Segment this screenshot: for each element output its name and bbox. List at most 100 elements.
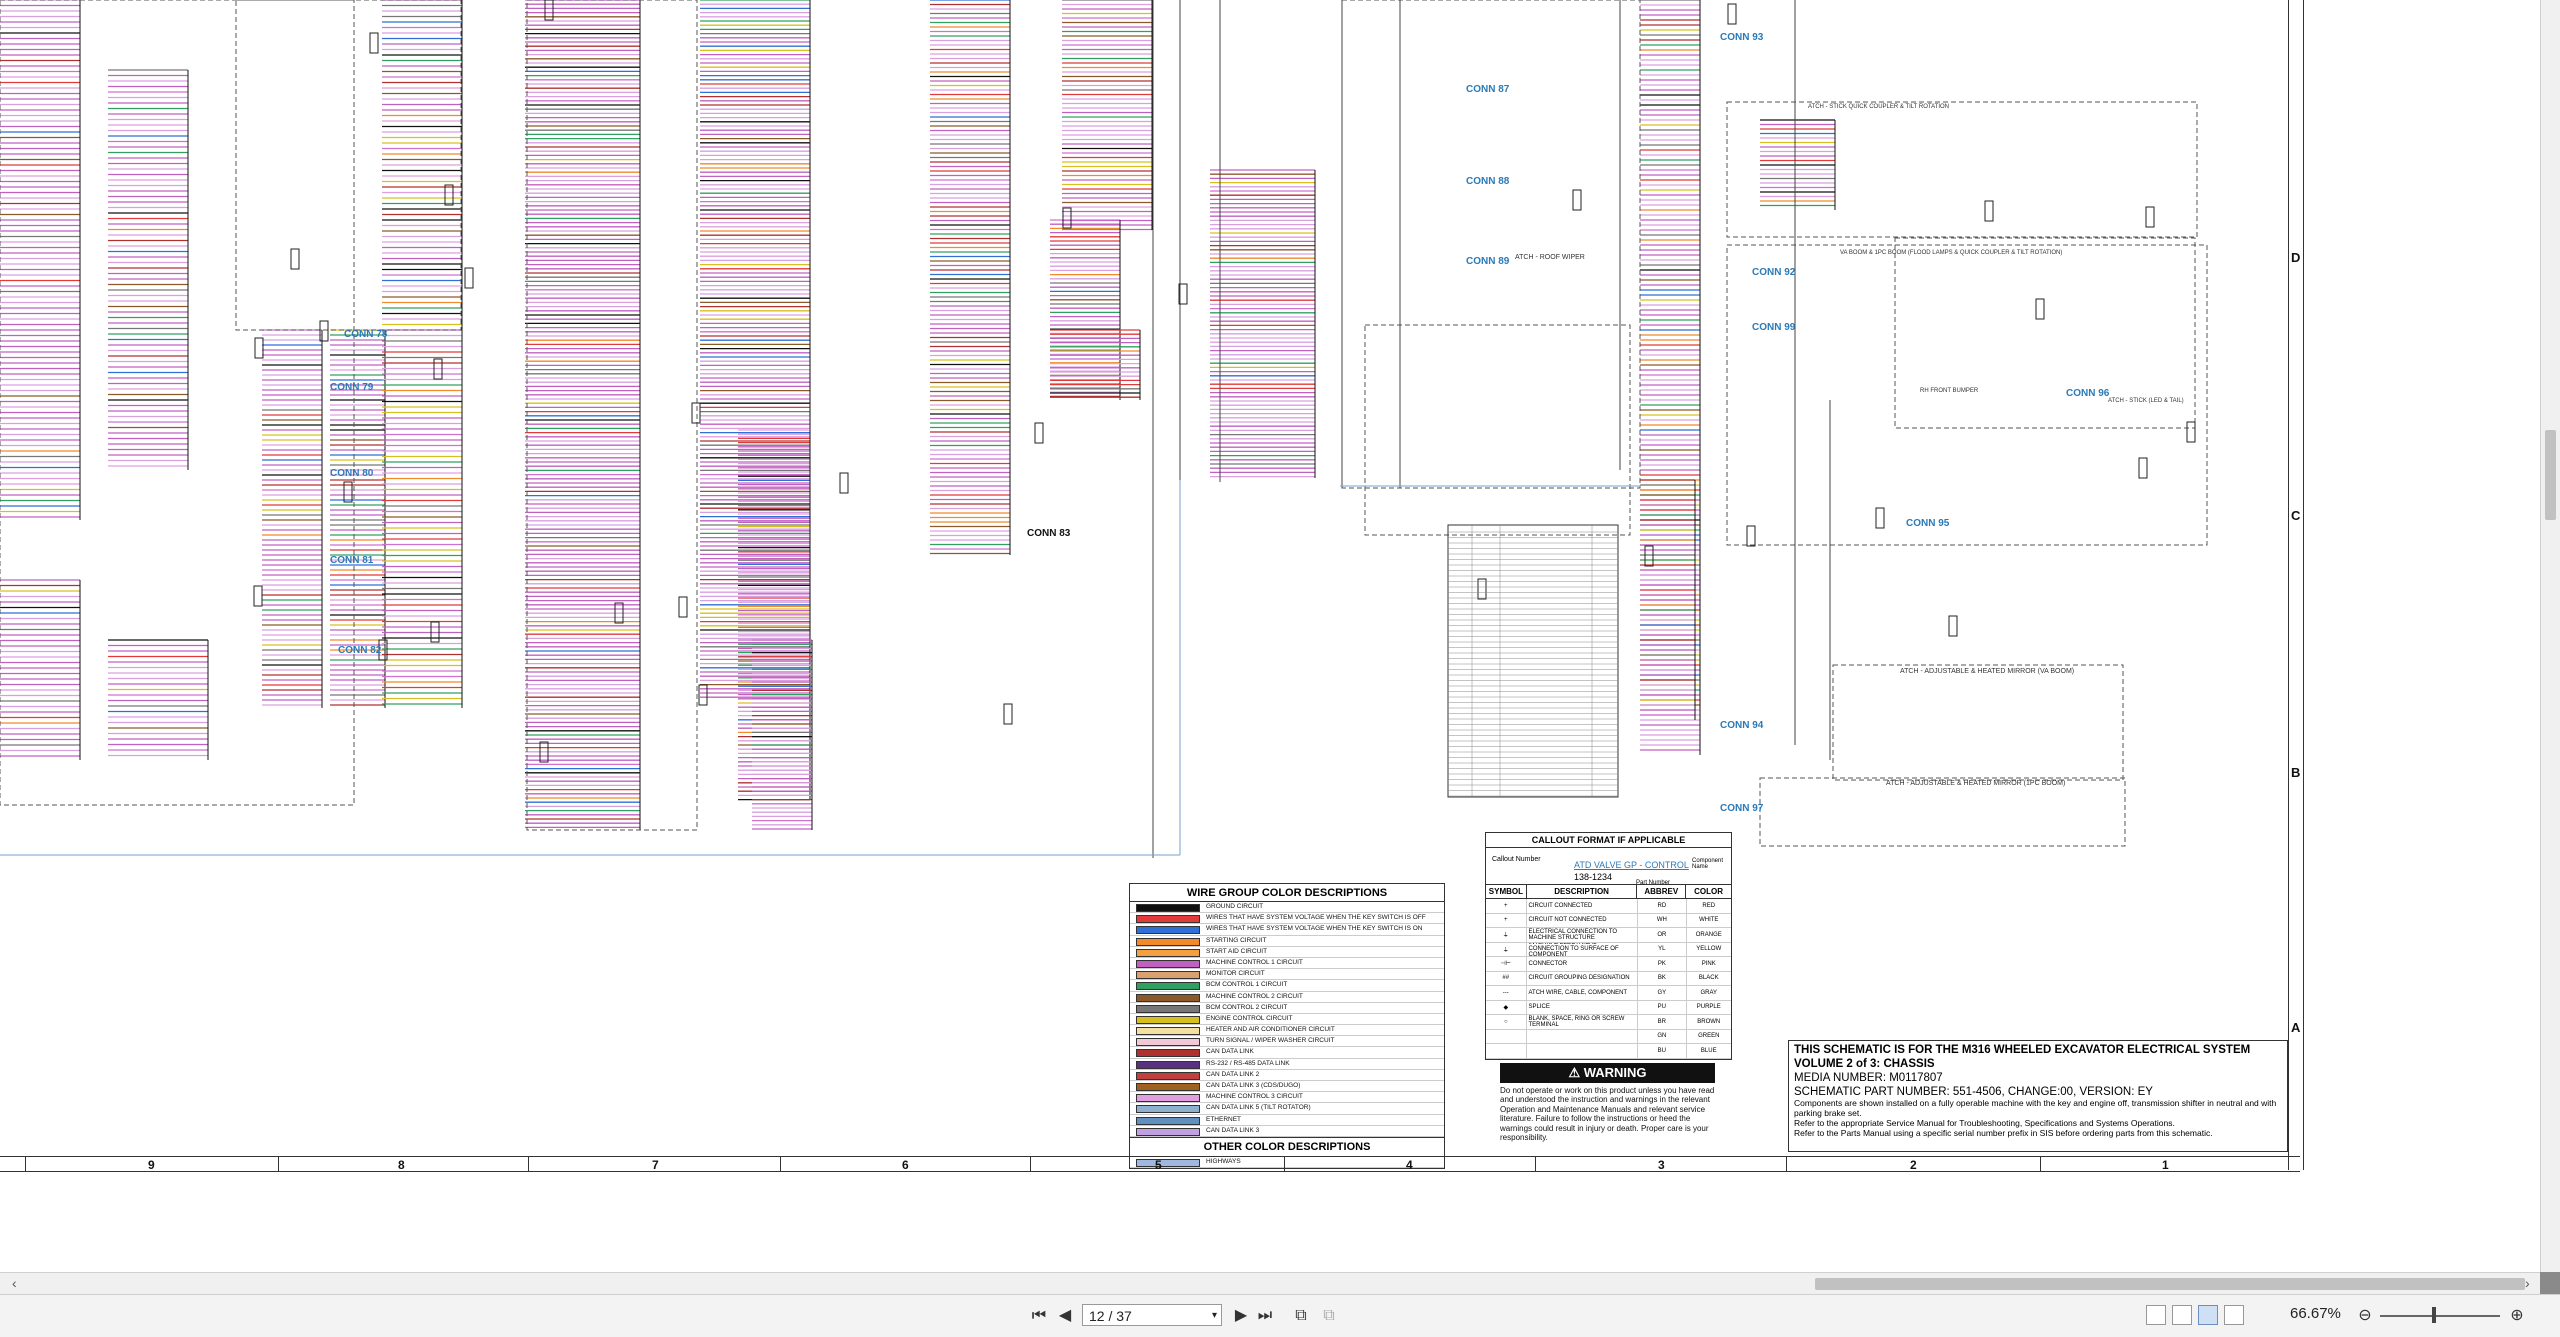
first-page-icon[interactable]: ⏮: [1030, 1305, 1048, 1327]
zoom-slider[interactable]: [2380, 1315, 2500, 1317]
legend-label: MACHINE CONTROL 2 CIRCUIT: [1206, 992, 1303, 1000]
symbol-cell-abbr: PU: [1638, 1000, 1687, 1014]
column-number: 7: [652, 1158, 659, 1172]
scroll-right-icon[interactable]: ›: [2525, 1275, 2530, 1291]
legend-label: MACHINE CONTROL 3 CIRCUIT: [1206, 1093, 1303, 1101]
connector-label[interactable]: CONN 99: [1752, 322, 1795, 333]
legend-label: ETHERNET: [1206, 1115, 1242, 1123]
schematic-frame: [369, 32, 379, 54]
fit-width-icon[interactable]: ⧉: [1318, 1305, 1340, 1327]
schematic-frame: [2145, 206, 2155, 228]
symbol-row: --- ATCH WIRE, CABLE, COMPONENT GY GRAY: [1486, 986, 1731, 1001]
symbol-cell-sym: ⏚: [1486, 928, 1527, 942]
connector-label[interactable]: CONN 87: [1466, 84, 1509, 95]
symbol-row: ⏚ INTERNAL ELECTRICAL CONNECTION TO SURFA…: [1486, 942, 1731, 957]
symbol-rows: + CIRCUIT CONNECTED RD RED + CIRCUIT NOT CONN…: [1486, 899, 1731, 1059]
connector-label[interactable]: CONN 82: [338, 645, 381, 656]
callout-example-link[interactable]: ATD VALVE GP - CONTROL: [1574, 860, 1689, 870]
warning-box: ⚠ WARNING Do not operate or work on this…: [1500, 1063, 1715, 1142]
color-swatch: [1136, 993, 1200, 1002]
schematic-frame: [1364, 324, 1631, 536]
schematic-frame: [1727, 3, 1737, 25]
symbol-cell-desc: INTERNAL ELECTRICAL CONNECTION TO SURFAC…: [1527, 942, 1639, 956]
symbol-cell-desc: CIRCUIT GROUPING DESIGNATION: [1527, 971, 1639, 985]
legend-row: ETHERNET: [1130, 1115, 1444, 1126]
connector-label[interactable]: CONN 80: [330, 468, 373, 479]
color-swatch: [1136, 926, 1200, 935]
warning-icon: ⚠: [1568, 1065, 1584, 1080]
two-page-continuous-icon[interactable]: [2224, 1305, 2244, 1325]
symbol-cell-sym: ---: [1486, 986, 1527, 1000]
color-swatch: [1136, 1049, 1200, 1058]
connector-label[interactable]: CONN 83: [1027, 528, 1070, 539]
schematic-frame: [678, 596, 688, 618]
horizontal-scrollbar[interactable]: ‹ ›: [0, 1272, 2540, 1295]
schematic-frame: [1746, 525, 1756, 547]
note-1: Components are shown installed on a full…: [1794, 1098, 2277, 1118]
row-letter: B: [2291, 765, 2301, 780]
symbol-cell-abbr: PK: [1638, 957, 1687, 971]
callout-example-pn: 138-1234: [1574, 872, 1613, 882]
symbol-cell-color: GRAY: [1700, 989, 1718, 996]
legend-label: CAN DATA LINK 5 (TILT ROTATOR): [1206, 1104, 1311, 1112]
color-swatch: [1136, 1071, 1200, 1080]
callout-title: CALLOUT FORMAT IF APPLICABLE: [1486, 833, 1731, 848]
legend-row: BCM CONTROL 1 CIRCUIT: [1130, 980, 1444, 992]
zoom-level: 66.67%: [2290, 1305, 2341, 1322]
chevron-down-icon[interactable]: ▾: [1212, 1305, 1217, 1327]
callout-format-box: CALLOUT FORMAT IF APPLICABLE Callout Num…: [1485, 832, 1732, 891]
zoom-in-icon[interactable]: ⊕: [2508, 1305, 2526, 1327]
column-number: 6: [902, 1158, 909, 1172]
next-page-icon[interactable]: ▶: [1232, 1305, 1250, 1327]
schematic-frame: [1003, 703, 1013, 725]
vertical-scroll-thumb[interactable]: [2545, 430, 2556, 520]
viewer-toolbar: ⏮ ◀ 12 / 37 ▾ ▶ ⏭ ⧉ ⧉ 66.67% ⊖ ⊕: [0, 1294, 2560, 1337]
connector-label[interactable]: CONN 88: [1466, 176, 1509, 187]
legend-label: CAN DATA LINK 3 (CDS/DUGO): [1206, 1082, 1301, 1089]
horizontal-scroll-thumb[interactable]: [1815, 1278, 2525, 1290]
zoom-out-icon[interactable]: ⊖: [2356, 1305, 2374, 1327]
connector-label[interactable]: CONN 89: [1466, 256, 1509, 267]
two-page-view-icon[interactable]: [2198, 1305, 2218, 1325]
single-page-view-icon[interactable]: [2146, 1305, 2166, 1325]
column-number: 1: [2162, 1158, 2169, 1172]
symbol-cell-abbr: GY: [1638, 986, 1687, 1000]
connector-label[interactable]: CONN 92: [1752, 267, 1795, 278]
legend-label: TURN SIGNAL / WIPER WASHER CIRCUIT: [1206, 1037, 1335, 1045]
last-page-icon[interactable]: ⏭: [1256, 1305, 1274, 1327]
scroll-left-icon[interactable]: ‹: [12, 1275, 17, 1291]
page-number-value: 12 / 37: [1089, 1308, 1132, 1324]
zoom-slider-thumb[interactable]: [2432, 1307, 2436, 1323]
symbol-row: ◆ SPLICE PU PURPLE: [1486, 1000, 1731, 1015]
connector-label[interactable]: CONN 95: [1906, 518, 1949, 529]
schematic-frame: [1644, 545, 1654, 567]
symbol-cell-desc: ATCH WIRE, CABLE, COMPONENT: [1527, 986, 1639, 1000]
connector-label[interactable]: CONN 94: [1720, 720, 1763, 731]
vertical-scrollbar[interactable]: [2540, 0, 2560, 1272]
legend-row: MACHINE CONTROL 3 CIRCUIT: [1130, 1092, 1444, 1104]
symbol-row: ## CIRCUIT GROUPING DESIGNATION BK BLACK: [1486, 971, 1731, 986]
warning-title-bar: ⚠ WARNING: [1500, 1063, 1715, 1083]
symbol-cell-sym: [1486, 1044, 1527, 1058]
continuous-view-icon[interactable]: [2172, 1305, 2192, 1325]
connector-label[interactable]: CONN 78: [344, 329, 387, 340]
legend-row: RS-232 / RS-485 DATA LINK: [1130, 1059, 1444, 1070]
symbol-row: GN GREEN: [1486, 1029, 1731, 1044]
connector-label[interactable]: CONN 81: [330, 555, 373, 566]
previous-page-icon[interactable]: ◀: [1056, 1305, 1074, 1327]
legend-label: WIRES THAT HAVE SYSTEM VOLTAGE WHEN THE …: [1206, 925, 1423, 933]
row-letter: C: [2291, 508, 2301, 523]
symbol-cell-sym: +: [1486, 913, 1527, 927]
legend-row: CAN DATA LINK 3 (CDS/DUGO): [1130, 1081, 1444, 1093]
page-number-input[interactable]: 12 / 37 ▾: [1082, 1304, 1222, 1326]
component-name-label: Component Name: [1692, 858, 1724, 870]
connector-label[interactable]: CONN 97: [1720, 803, 1763, 814]
fit-page-icon[interactable]: ⧉: [1290, 1305, 1312, 1327]
document-viewport[interactable]: CONN 78 CONN 79 CONN 80 CONN 81 CONN 82 …: [0, 0, 2540, 1272]
connector-label[interactable]: CONN 93: [1720, 32, 1763, 43]
schematic-frame: [1759, 777, 2126, 847]
connector-label[interactable]: CONN 79: [330, 382, 373, 393]
column-number: 8: [398, 1158, 405, 1172]
legend-row: HEATER AND AIR CONDITIONER CIRCUIT: [1130, 1025, 1444, 1037]
connector-label[interactable]: CONN 96: [2066, 388, 2109, 399]
